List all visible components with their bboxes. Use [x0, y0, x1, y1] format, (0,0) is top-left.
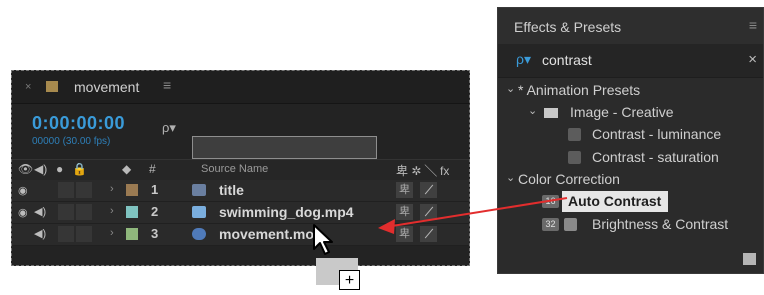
- layer-number: 1: [151, 182, 159, 197]
- solo-switch[interactable]: [58, 182, 74, 198]
- solo-switch[interactable]: [58, 204, 74, 220]
- solo-column-icon: ●: [56, 162, 64, 176]
- expand-chevron-icon[interactable]: ›: [110, 227, 114, 239]
- composition-name: movement: [74, 79, 140, 95]
- copy-cursor-plus-icon: +: [339, 270, 360, 290]
- tree-item-label: Image - Creative: [570, 104, 674, 120]
- layer-number: 2: [151, 204, 159, 219]
- frame-rate-display: 00000 (30.00 fps): [32, 136, 111, 147]
- panel-menu-icon[interactable]: ≡: [749, 17, 757, 33]
- panel-menu-icon[interactable]: ≡: [163, 77, 171, 93]
- current-time-display[interactable]: 0:00:00:00: [32, 113, 125, 134]
- clear-search-icon[interactable]: ×: [748, 51, 757, 68]
- tree-item-label: Color Correction: [518, 171, 620, 187]
- search-icon[interactable]: ρ▾: [516, 51, 531, 68]
- layer-name[interactable]: title: [219, 182, 244, 198]
- search-input[interactable]: contrast: [542, 52, 592, 68]
- tree-item-label: Auto Contrast: [568, 193, 662, 209]
- layer-row[interactable]: ◀) › 3 movement.mo 卑: [12, 224, 469, 246]
- layer-label-color[interactable]: [126, 228, 138, 240]
- layer-label-color[interactable]: [126, 206, 138, 218]
- bit-depth-16-icon: 16: [542, 195, 559, 208]
- tree-item-image-creative[interactable]: ⌄ Image - Creative: [498, 102, 763, 124]
- image-layer-icon: [192, 184, 206, 196]
- animation-preset-icon: [568, 128, 581, 141]
- layer-row[interactable]: ◉ › 1 title 卑: [12, 180, 469, 202]
- expand-chevron-down-icon[interactable]: ⌄: [506, 171, 515, 184]
- layer-name[interactable]: swimming_dog.mp4: [219, 204, 354, 220]
- eye-column-icon: 👁: [18, 162, 34, 176]
- shy-switch[interactable]: 卑: [396, 204, 413, 220]
- expand-chevron-icon[interactable]: ›: [110, 205, 114, 217]
- mouse-cursor-icon: [313, 224, 333, 255]
- tree-item-contrast-saturation[interactable]: Contrast - saturation: [498, 147, 763, 169]
- tree-item-label: Contrast - luminance: [592, 126, 722, 142]
- source-name-column-header[interactable]: Source Name: [201, 163, 268, 175]
- effects-panel-header[interactable]: Effects & Presets ≡: [498, 8, 763, 45]
- quality-switch[interactable]: [420, 226, 437, 242]
- layer-search-icon[interactable]: ρ▾: [162, 120, 176, 136]
- tree-item-auto-contrast[interactable]: 16 Auto Contrast: [498, 191, 763, 213]
- layer-name[interactable]: movement.mo: [219, 226, 314, 242]
- panel-title: Effects & Presets: [514, 19, 622, 35]
- bit-depth-32-icon: 32: [542, 218, 559, 231]
- layer-label-color[interactable]: [126, 184, 138, 196]
- tree-item-label: Contrast - saturation: [592, 149, 719, 165]
- tree-item-brightness-contrast[interactable]: 32 Brightness & Contrast: [498, 214, 763, 236]
- audio-speaker-icon[interactable]: ◀): [34, 227, 46, 240]
- layer-number: 3: [151, 226, 159, 241]
- close-tab-icon[interactable]: ×: [25, 81, 31, 93]
- tree-item-animation-presets[interactable]: ⌄ * Animation Presets: [498, 80, 763, 102]
- label-column-icon: ◆: [122, 162, 132, 176]
- lock-column-icon: 🔒: [72, 162, 87, 176]
- lock-switch[interactable]: [76, 226, 92, 242]
- solo-switch[interactable]: [58, 226, 74, 242]
- visibility-eye-icon[interactable]: ◉: [18, 184, 28, 197]
- composition-color-swatch: [46, 81, 58, 92]
- timeline-panel: × movement ≡ 0:00:00:00 00000 (30.00 fps…: [11, 70, 470, 266]
- effect-icon: [564, 218, 577, 231]
- lock-switch[interactable]: [76, 204, 92, 220]
- switches-column-icon: 卑 ✲ ╲ fx: [396, 164, 450, 178]
- expand-chevron-down-icon[interactable]: ⌄: [528, 104, 537, 117]
- composition-layer-icon: [192, 228, 206, 240]
- quality-switch[interactable]: [420, 204, 437, 220]
- tree-item-contrast-luminance[interactable]: Contrast - luminance: [498, 124, 763, 146]
- drop-target-highlight: [192, 136, 377, 159]
- new-bin-icon[interactable]: [743, 253, 756, 265]
- tree-item-color-correction[interactable]: ⌄ Color Correction: [498, 169, 763, 191]
- lock-switch[interactable]: [76, 182, 92, 198]
- audio-column-icon: ◀): [34, 162, 48, 176]
- folder-icon: [544, 108, 558, 118]
- animation-preset-icon: [568, 151, 581, 164]
- tree-item-label: * Animation Presets: [518, 82, 641, 98]
- visibility-eye-icon[interactable]: ◉: [18, 206, 28, 219]
- effects-search-field[interactable]: ρ▾ contrast ×: [498, 44, 763, 78]
- shy-switch[interactable]: 卑: [396, 182, 413, 198]
- video-file-icon: [192, 206, 206, 218]
- effects-presets-panel: Effects & Presets ≡ ρ▾ contrast × ⌄ * An…: [497, 7, 764, 274]
- layer-columns-header: 👁 ◀) ● 🔒 ◆ # Source Name 卑 ✲ ╲ fx: [12, 159, 469, 181]
- audio-speaker-icon[interactable]: ◀): [34, 205, 46, 218]
- quality-switch[interactable]: [420, 182, 437, 198]
- layer-row[interactable]: ◉ ◀) › 2 swimming_dog.mp4 卑: [12, 202, 469, 224]
- timeline-tab[interactable]: × movement ≡: [12, 71, 469, 104]
- number-column-header: #: [149, 162, 156, 176]
- expand-chevron-down-icon[interactable]: ⌄: [506, 82, 515, 95]
- tree-item-label: Brightness & Contrast: [592, 216, 729, 232]
- shy-switch[interactable]: 卑: [396, 226, 413, 242]
- expand-chevron-icon[interactable]: ›: [110, 183, 114, 195]
